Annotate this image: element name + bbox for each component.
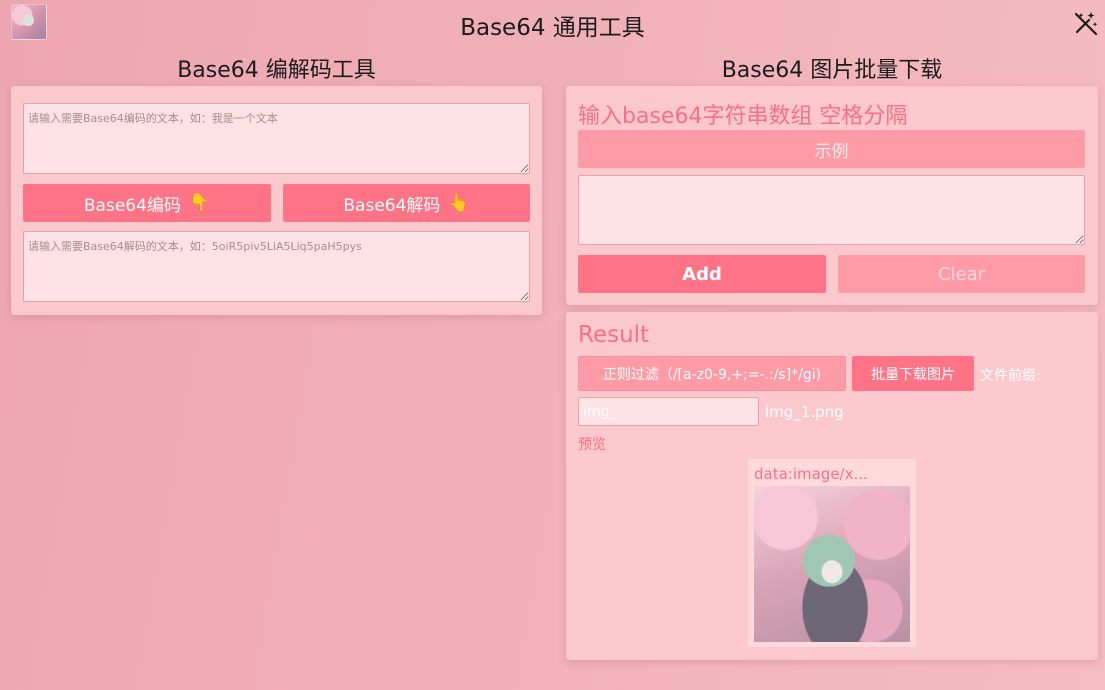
magic-wand-off-icon[interactable] [1073,10,1099,36]
encode-button-label: Base64编码 [83,195,181,216]
preview-image[interactable] [754,486,910,642]
decode-textarea[interactable] [23,231,530,302]
encode-textarea[interactable] [23,103,530,174]
prefix-label: 文件前缀: [980,368,1041,384]
image-caption: data:image/x... [754,465,868,483]
page-title: Base64 通用工具 [460,15,645,41]
image-input-card: 输入base64字符串数组 空格分隔 示例 Add Clear [566,86,1098,305]
encoder-card: Base64编码 👇 Base64解码 👆 [11,86,542,315]
image-download-title: Base64 图片批量下载 [721,58,943,83]
hand-up-icon: 👆 [448,193,470,213]
result-card: Result 正则过滤（/[a-z0-9,+;=-.:/s]*/gi) 批量下载… [566,312,1098,660]
preview-label: 预览 [578,437,606,453]
clear-button[interactable]: Clear [838,255,1085,293]
example-button[interactable]: 示例 [578,130,1085,168]
base64-decode-button[interactable]: Base64解码 👆 [283,184,530,222]
base64-array-textarea[interactable] [578,175,1085,245]
hand-down-icon: 👇 [188,193,211,213]
regex-filter-button[interactable]: 正则过滤（/[a-z0-9,+;=-.:/s]*/gi) [578,356,846,391]
filename-preview: img_1.png [765,403,844,421]
result-heading: Result [578,322,650,348]
image-preview-card[interactable]: data:image/x... [748,459,916,647]
add-button[interactable]: Add [578,255,826,293]
encoder-title: Base64 编解码工具 [177,58,376,83]
batch-download-button[interactable]: 批量下载图片 [852,356,974,391]
base64-encode-button[interactable]: Base64编码 👇 [23,184,271,222]
input-heading: 输入base64字符串数组 空格分隔 [578,104,908,129]
decode-button-label: Base64解码 [343,195,441,216]
prefix-input[interactable] [578,397,759,426]
